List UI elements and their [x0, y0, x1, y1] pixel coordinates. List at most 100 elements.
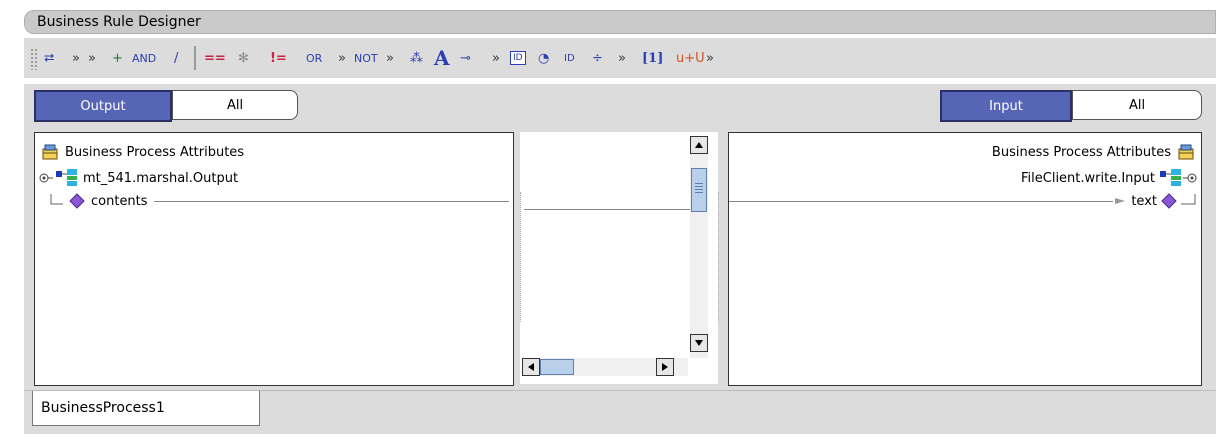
timer-icon-button[interactable]: ◔ [538, 48, 549, 68]
output-toggle[interactable]: Output [34, 90, 172, 122]
method-palette-icon-button[interactable]: ⮂ [44, 48, 54, 68]
scroll-down-button[interactable] [690, 334, 708, 352]
input-link-line [729, 200, 1114, 202]
dot-operator-icon-button[interactable]: ⁂ [410, 48, 423, 68]
method-palette-icon: ⮂ [44, 50, 55, 66]
expand-icon-5: » [706, 50, 714, 66]
add-icon-button[interactable]: + [112, 48, 123, 68]
business-process-tab-label: BusinessProcess1 [41, 400, 165, 416]
toolbar-grip[interactable] [30, 48, 38, 70]
scroll-up-button[interactable] [690, 136, 708, 154]
toolbar-expand-button[interactable]: » [72, 48, 80, 68]
toolbar-separator [194, 46, 196, 70]
not-equal-icon-button[interactable]: != [270, 48, 287, 68]
input-tree-panel: Business Process Attributes FileClient.w… [728, 132, 1202, 386]
field-diamond-icon [1161, 193, 1177, 209]
toolbar: ⮂»» + AND / == ✻ != OR» NOT» ⁂ A ⊸» ID ◔ ID ÷» [1] u+U» [24, 38, 1216, 78]
output-all-label: All [226, 97, 244, 113]
field-diamond-icon [69, 193, 85, 209]
unicode-icon-button[interactable]: u+U [676, 48, 705, 68]
equal-icon-button[interactable]: == [204, 48, 226, 68]
expand-icon-3: » [492, 50, 500, 66]
array-index-icon-button[interactable]: [1] [642, 48, 663, 68]
horizontal-scrollbar[interactable] [522, 358, 688, 376]
object-icon [1160, 169, 1181, 186]
mapping-right-dotted-edge [718, 192, 720, 322]
output-all-toggle[interactable]: All [172, 90, 298, 120]
input-tree-leaf[interactable]: text [729, 193, 1197, 209]
and-operator: AND [132, 51, 157, 65]
vertical-scrollbar[interactable] [690, 136, 708, 358]
mapping-left-dotted-edge [520, 192, 522, 322]
toolbar-expand-button[interactable]: » [338, 48, 346, 68]
equal-icon: == [204, 50, 226, 66]
mode-controls: Output All Input All [24, 84, 1216, 124]
mapping-canvas [520, 132, 720, 384]
divide-icon: / [174, 50, 179, 66]
arrow-head-icon [1115, 198, 1126, 204]
scroll-right-button[interactable] [656, 358, 674, 376]
not-operator-button[interactable]: NOT [354, 48, 378, 68]
object-icon [56, 169, 77, 186]
array-index-icon: [1] [642, 50, 664, 66]
expand-left-icon: » [72, 50, 80, 66]
dot-operator-icon: ⁂ [410, 50, 423, 66]
toolbar-expand-button[interactable]: » [386, 48, 394, 68]
input-root-label: Business Process Attributes [991, 144, 1171, 160]
output-node-label: mt_541.marshal.Output [83, 170, 239, 186]
tree-branch-icon [50, 194, 63, 205]
output-toggle-label: Output [80, 98, 126, 114]
output-tree-root[interactable]: Business Process Attributes [41, 143, 244, 161]
toolbar-expand-button[interactable]: » [492, 48, 500, 68]
not-operator: NOT [354, 51, 378, 65]
or-operator-button[interactable]: OR [306, 48, 322, 68]
input-tree-root[interactable]: Business Process Attributes [992, 143, 1195, 161]
connect-icon-button[interactable]: ⊸ [460, 48, 471, 68]
input-tree-node[interactable]: FileClient.write.Input [1021, 169, 1199, 187]
scroll-left-button[interactable] [522, 358, 540, 376]
output-tree-leaf[interactable]: contents [49, 193, 509, 209]
unicode-icon: u+U [676, 50, 705, 66]
expand-icon-2: » [386, 50, 394, 66]
input-leaf-label: text [1131, 193, 1157, 209]
expand-left-icon-2: » [88, 50, 96, 66]
container-icon [42, 144, 58, 160]
input-toggle-label: Input [989, 98, 1023, 114]
toolbar-expand-button[interactable]: » [618, 48, 626, 68]
output-link-line [153, 200, 509, 202]
connector-icon [39, 173, 53, 183]
arrow-right-icon [662, 363, 668, 371]
output-tree-panel: Business Process Attributes mt_541.marsh… [34, 132, 514, 386]
output-tree-node[interactable]: mt_541.marshal.Output [37, 169, 238, 187]
and-operator-button[interactable]: AND [132, 48, 156, 68]
horizontal-scroll-thumb[interactable] [540, 359, 574, 375]
business-process-tab[interactable]: BusinessProcess1 [32, 391, 260, 426]
container-icon [1178, 144, 1194, 160]
timer-icon: ◔ [538, 50, 550, 66]
input-all-toggle[interactable]: All [1072, 90, 1202, 120]
not-equal-icon: != [270, 50, 287, 66]
text-icon: A [434, 46, 450, 70]
grip-lines-icon [695, 183, 703, 193]
arrow-down-icon [695, 340, 703, 346]
output-leaf-label: contents [91, 193, 148, 209]
output-root-label: Business Process Attributes [65, 144, 245, 160]
title-bar: Business Rule Designer [24, 10, 1216, 34]
input-toggle[interactable]: Input [940, 90, 1072, 122]
connect-icon: ⊸ [460, 50, 471, 66]
bottom-tab-bar: BusinessProcess1 [24, 390, 1216, 434]
split-icon-button[interactable]: ÷ [592, 48, 603, 68]
split-icon: ÷ [592, 50, 603, 66]
id-arrow-icon-button[interactable]: ID [564, 48, 575, 68]
tree-branch-icon [1181, 194, 1196, 205]
input-node-label: FileClient.write.Input [1021, 170, 1155, 186]
toolbar-expand-button[interactable]: » [706, 48, 714, 68]
vertical-scroll-thumb[interactable] [691, 168, 707, 212]
divide-icon-button[interactable]: / [174, 48, 178, 68]
arrow-up-icon [695, 142, 703, 148]
expand-icon-4: » [618, 50, 626, 66]
asterisk-icon-button[interactable]: ✻ [238, 48, 249, 68]
id-card-icon-button[interactable]: ID [510, 48, 526, 68]
toolbar-expand-button[interactable]: » [88, 48, 96, 68]
text-icon-button[interactable]: A [434, 46, 450, 70]
